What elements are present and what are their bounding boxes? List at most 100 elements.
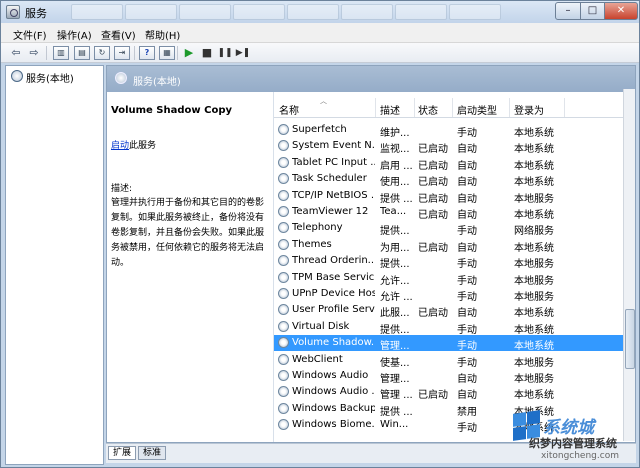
start-service-icon[interactable]: ▶ (181, 46, 197, 60)
cell-description: 维护... (380, 128, 410, 139)
table-row[interactable]: TPM Base Servic... 允许... 手动 本地服务 (274, 270, 635, 287)
cell-startup-type: 自动 (457, 160, 477, 172)
gear-icon (115, 72, 127, 84)
cell-name: Volume Shadow... (292, 337, 375, 349)
cell-name: Task Scheduler (292, 173, 367, 185)
cell-description: Win... (380, 419, 409, 431)
tree-item-services-local[interactable]: 服务(本地) (26, 70, 74, 85)
cell-name: UPnP Device Host (292, 288, 375, 299)
tab-standard[interactable]: 标准 (138, 446, 167, 460)
menu-bar: 文件(F) 操作(A) 查看(V) 帮助(H) (1, 23, 639, 43)
description-panel: Volume Shadow Copy 启动此服务 描述: 管理并执行用于备份和其… (107, 92, 273, 442)
table-row[interactable]: TeamViewer 12 Tea... 已启动 自动 本地系统 (274, 204, 635, 221)
table-row[interactable]: UPnP Device Host 允许 ... 手动 本地服务 (274, 286, 635, 303)
service-gear-icon (278, 288, 289, 299)
back-arrow-icon[interactable]: ⇦ (8, 46, 24, 60)
stop-service-icon[interactable]: ■ (199, 46, 215, 60)
menu-view[interactable]: 查看(V) (101, 27, 136, 42)
table-row[interactable]: User Profile Serv... 此服... 已启动 自动 本地系统 (274, 302, 635, 320)
cell-logon-as: 本地系统 (514, 242, 554, 254)
column-name[interactable]: 名称 (279, 102, 299, 117)
cell-name: TCP/IP NetBIOS ... (292, 189, 375, 201)
scrollbar-thumb[interactable] (625, 309, 635, 369)
cell-logon-as: 本地系统 (514, 308, 554, 320)
cell-description: 提供 ... (380, 406, 413, 418)
start-service-line: 启动此服务 (111, 138, 156, 151)
cell-description: Tea... (380, 206, 407, 217)
table-row[interactable]: Superfetch 维护... 手动 本地系统 (274, 122, 635, 139)
show-hide-tree-icon[interactable]: ▥ (53, 46, 69, 60)
cell-description: 提供... (380, 324, 410, 336)
column-logon-as[interactable]: 登录为 (514, 102, 544, 117)
cell-name: Windows Biome... (292, 419, 375, 431)
forward-arrow-icon[interactable]: ⇨ (26, 46, 42, 60)
maximize-button[interactable]: □ (580, 2, 605, 20)
cell-logon-as: 本地系统 (514, 210, 554, 221)
service-gear-icon (278, 222, 289, 234)
cell-status: 已启动 (418, 177, 448, 189)
sort-ascending-icon: ︿ (320, 97, 327, 105)
cell-logon-as: 本地服务 (514, 259, 554, 271)
gear-icon (11, 70, 23, 82)
cell-description: 使基... (380, 357, 410, 369)
table-row[interactable]: Volume Shadow... 管理... 手动 本地系统 (274, 335, 635, 352)
start-service-suffix: 此服务 (129, 141, 157, 151)
cell-status: 已启动 (418, 308, 448, 320)
cell-description: 提供... (380, 259, 410, 271)
table-row[interactable]: Task Scheduler 使用... 已启动 自动 本地系统 (274, 171, 635, 189)
cell-logon-as: 本地服务 (514, 193, 554, 205)
cell-name: TPM Base Servic... (292, 271, 375, 283)
description-text: 管理并执行用于备份和其它目的的卷影复制。如果此服务被终止，备份将没有卷影复制，并… (111, 198, 265, 268)
service-gear-icon (278, 304, 289, 316)
cell-name: Windows Audio (292, 370, 369, 381)
menu-action[interactable]: 操作(A) (57, 27, 92, 42)
table-row[interactable]: Virtual Disk 提供... 手动 本地系统 (274, 319, 635, 336)
help-icon[interactable]: ? (139, 46, 155, 60)
service-gear-icon (278, 189, 289, 201)
table-row[interactable]: Thread Orderin... 提供... 手动 本地服务 (274, 253, 635, 271)
start-service-link[interactable]: 启动 (111, 141, 129, 151)
cell-startup-type: 自动 (457, 390, 477, 402)
column-description[interactable]: 描述 (380, 102, 400, 117)
column-startup-type[interactable]: 启动类型 (457, 102, 497, 117)
cell-name: System Event N... (292, 140, 375, 152)
properties-icon[interactable]: ▤ (74, 46, 90, 60)
table-row[interactable]: System Event N... 监视... 已启动 自动 本地系统 (274, 138, 635, 156)
cell-startup-type: 手动 (457, 357, 477, 369)
cell-startup-type: 自动 (457, 144, 477, 156)
restart-service-icon[interactable]: ▶❚ (235, 46, 251, 60)
table-row[interactable]: Windows Audio 管理... 自动 本地服务 (274, 368, 635, 385)
vertical-scrollbar[interactable] (623, 89, 635, 441)
services-window: 服务 – □ ✕ 文件(F) 操作(A) 查看(V) 帮助(H) ⇦ ⇨ ▥ ▤… (0, 0, 640, 468)
cell-description: 使用... (380, 177, 410, 189)
cell-logon-as: 本地系统 (514, 144, 554, 156)
service-gear-icon (278, 320, 289, 332)
menu-help[interactable]: 帮助(H) (145, 27, 180, 42)
pause-service-icon[interactable]: ❚❚ (217, 46, 233, 60)
table-row[interactable]: TCP/IP NetBIOS ... 提供 ... 已启动 自动 本地服务 (274, 188, 635, 205)
cell-logon-as: 网络服务 (514, 226, 554, 238)
cell-logon-as: 本地系统 (514, 177, 554, 189)
tab-extended[interactable]: 扩展 (108, 446, 137, 460)
close-button[interactable]: ✕ (604, 2, 638, 20)
column-status[interactable]: 状态 (418, 102, 438, 117)
cell-startup-type: 自动 (457, 177, 477, 189)
table-row[interactable]: Telephony 提供... 手动 网络服务 (274, 220, 635, 238)
table-row[interactable]: Windows Audio ... 管理 ... 已启动 自动 本地系统 (274, 384, 635, 402)
cell-name: Virtual Disk (292, 320, 350, 332)
cell-startup-type: 手动 (457, 259, 477, 271)
action-pane-icon[interactable]: ▦ (159, 46, 175, 60)
cell-name: User Profile Serv... (292, 304, 375, 316)
menu-file[interactable]: 文件(F) (13, 27, 47, 42)
watermark-subtitle: 织梦内容管理系统 (529, 437, 617, 450)
cell-status: 已启动 (418, 242, 448, 254)
refresh-icon[interactable]: ↻ (94, 46, 110, 60)
cell-status: 已启动 (418, 160, 448, 172)
minimize-button[interactable]: – (555, 2, 581, 20)
table-row[interactable]: Tablet PC Input ... 启用 ... 已启动 自动 本地系统 (274, 155, 635, 172)
table-row[interactable]: WebClient 使基... 手动 本地服务 (274, 352, 635, 369)
export-list-icon[interactable]: ⇥ (114, 46, 130, 60)
service-gear-icon (278, 386, 289, 398)
service-gear-icon (278, 255, 289, 267)
table-row[interactable]: Themes 为用... 已启动 自动 本地系统 (274, 237, 635, 254)
